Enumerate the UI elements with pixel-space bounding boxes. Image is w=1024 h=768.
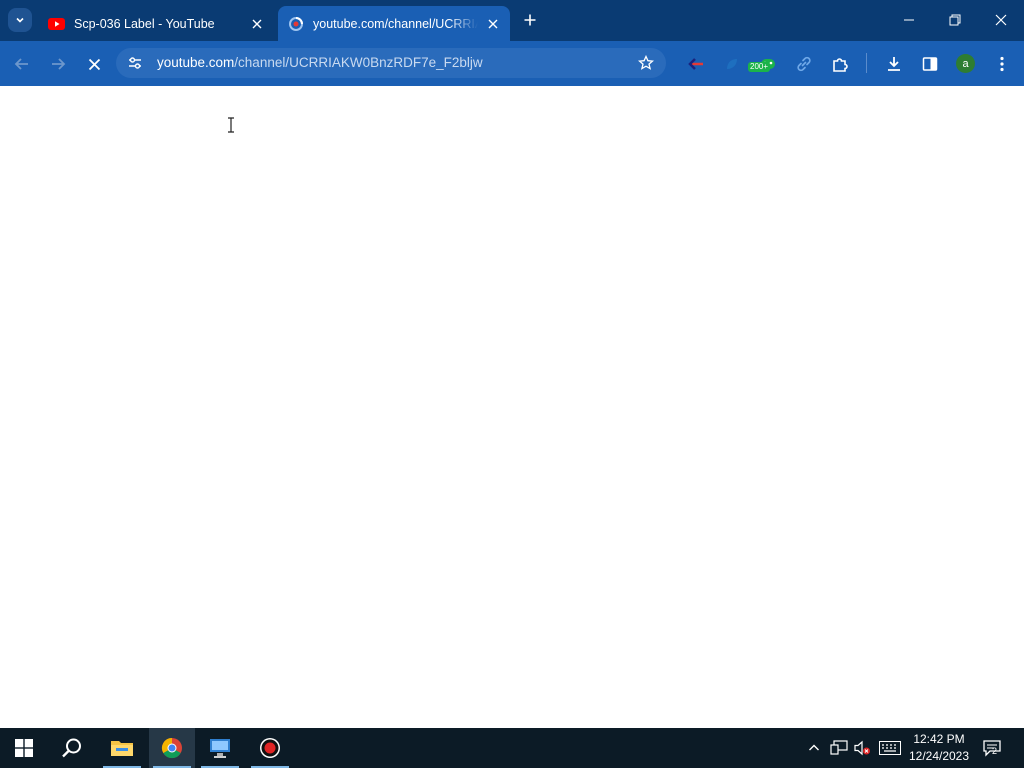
side-panel-icon — [922, 57, 938, 71]
kebab-menu-icon — [1000, 56, 1004, 72]
extension-button[interactable]: 200+ — [748, 51, 781, 77]
url-path: /channel/UCRRIAKW0BnzRDF7e_F2bljw — [234, 55, 483, 70]
profile-avatar[interactable]: a — [956, 54, 975, 73]
link-icon — [797, 56, 811, 72]
tab-close-button[interactable] — [484, 15, 502, 33]
star-icon — [638, 55, 654, 70]
new-tab-button[interactable] — [520, 10, 540, 30]
tab-scp-036[interactable]: Scp-036 Label - YouTube — [38, 6, 274, 41]
text-cursor-icon — [228, 117, 234, 133]
restore-icon — [949, 14, 961, 26]
tune-icon — [129, 57, 141, 69]
tab-close-button[interactable] — [248, 15, 266, 33]
input-indicator-button[interactable] — [878, 738, 902, 758]
recorder-button[interactable] — [247, 728, 293, 768]
windows-start-icon — [15, 739, 33, 757]
bookmark-button[interactable] — [636, 53, 656, 73]
tab-title: youtube.com/channel/UCRRIAKW0BnzRDF7e_F2… — [313, 16, 478, 31]
extension-badge: 200+ — [748, 62, 771, 72]
notification-count: 2 — [992, 746, 998, 756]
clock-date: 12/24/2023 — [908, 749, 970, 763]
start-button[interactable] — [1, 728, 47, 768]
remote-desktop-button[interactable] — [197, 728, 243, 768]
network-icon — [830, 740, 848, 755]
volume-muted-icon — [854, 740, 870, 756]
tab-strip: Scp-036 Label - YouTube youtube.com/chan… — [0, 0, 1024, 41]
url-host: youtube.com — [157, 55, 235, 70]
arrow-left-icon — [14, 58, 28, 70]
arrow-right-icon — [52, 58, 66, 70]
system-clock[interactable]: 12:42 PM 12/24/2023 — [906, 731, 972, 765]
close-icon — [88, 58, 100, 70]
keyboard-icon — [879, 741, 901, 755]
download-icon — [888, 57, 900, 71]
plus-icon — [524, 14, 536, 26]
taskbar-search-button[interactable] — [49, 728, 95, 768]
remote-desktop-icon — [210, 739, 230, 758]
chevron-down-icon — [16, 17, 24, 23]
toolbar-divider — [866, 53, 867, 73]
browser-toolbar: youtube.com/channel/UCRRIAKW0BnzRDF7e_F2… — [0, 41, 1024, 86]
site-info-button[interactable] — [126, 54, 144, 72]
chrome-icon — [161, 737, 182, 759]
extensions-menu-button[interactable] — [827, 51, 853, 77]
close-icon — [995, 14, 1007, 26]
search-icon — [62, 738, 81, 758]
extension-button[interactable] — [683, 51, 709, 77]
tab-title: Scp-036 Label - YouTube — [74, 16, 215, 31]
url-text[interactable]: youtube.com/channel/UCRRIAKW0BnzRDF7e_F2… — [157, 55, 483, 70]
volume-button[interactable] — [852, 738, 872, 758]
youtube-icon — [48, 17, 65, 30]
loading-spinner-icon — [289, 16, 303, 31]
leaf-icon — [727, 59, 737, 69]
stop-loading-button[interactable] — [81, 51, 107, 77]
chevron-up-icon — [809, 744, 819, 751]
windows-taskbar: 12:42 PM 12/24/2023 2 — [0, 728, 1024, 768]
clock-time: 12:42 PM — [913, 732, 965, 746]
extension-button[interactable] — [791, 51, 817, 77]
downloads-button[interactable] — [881, 51, 907, 77]
minimize-icon — [904, 19, 914, 21]
back-button[interactable] — [9, 51, 35, 77]
side-panel-button[interactable] — [917, 51, 943, 77]
close-window-button[interactable] — [988, 8, 1014, 32]
tab-search-button[interactable] — [8, 8, 32, 32]
chrome-button[interactable] — [149, 728, 195, 768]
puzzle-icon — [833, 58, 848, 72]
tab-channel[interactable]: youtube.com/channel/UCRRIAKW0BnzRDF7e_F2… — [278, 6, 510, 41]
file-explorer-button[interactable] — [99, 728, 145, 768]
forward-button[interactable] — [45, 51, 71, 77]
minimize-button[interactable] — [896, 8, 922, 32]
close-icon — [252, 19, 262, 28]
page-viewport[interactable] — [0, 86, 1024, 728]
close-icon — [488, 19, 498, 28]
network-button[interactable] — [829, 738, 849, 758]
file-explorer-icon — [111, 741, 133, 756]
arrow-extension-icon — [688, 58, 703, 70]
address-bar[interactable]: youtube.com/channel/UCRRIAKW0BnzRDF7e_F2… — [116, 48, 666, 78]
show-hidden-icons-button[interactable] — [804, 738, 824, 758]
restore-button[interactable] — [942, 8, 968, 32]
browser-menu-button[interactable] — [989, 51, 1015, 77]
recorder-icon — [260, 738, 280, 758]
extension-button[interactable] — [719, 51, 745, 77]
